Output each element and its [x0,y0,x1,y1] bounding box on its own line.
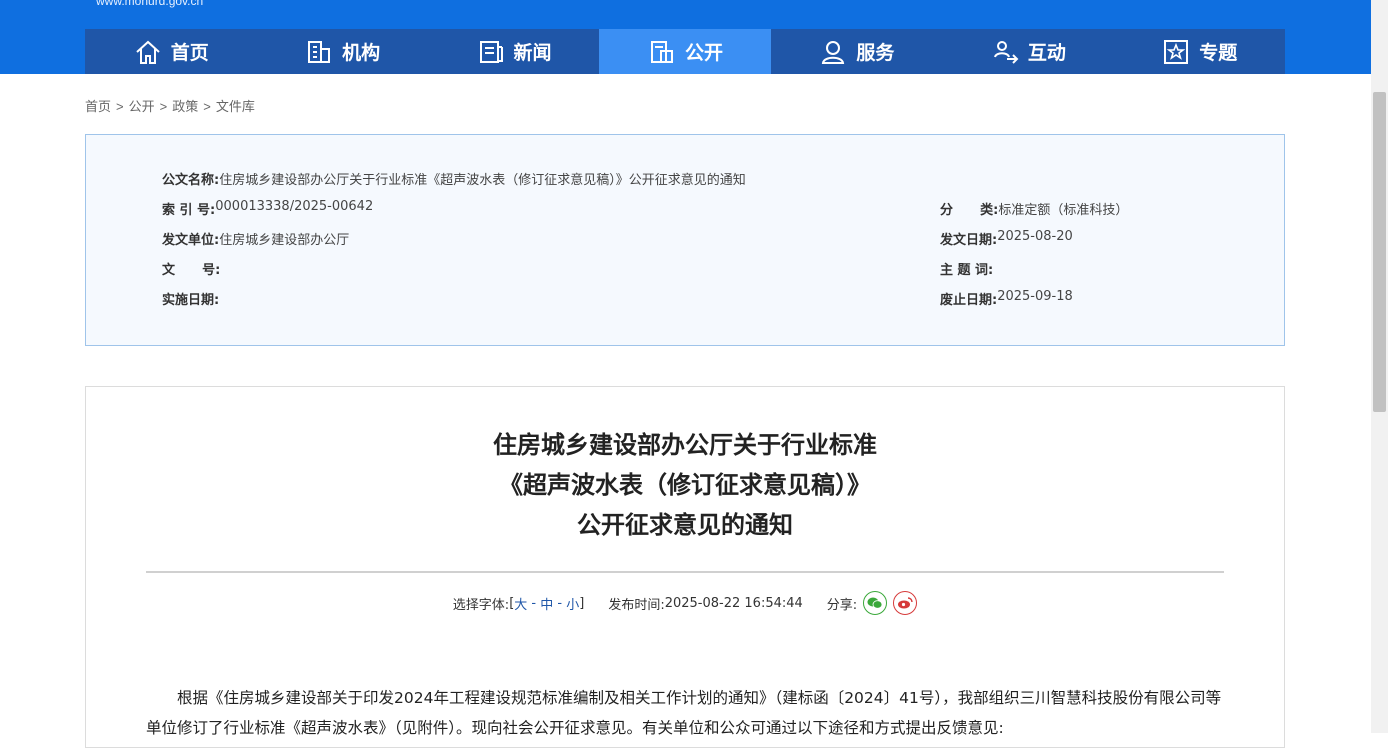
publish-time: 2025-08-22 16:54:44 [664,595,803,611]
nav-organization[interactable]: 机构 [256,29,427,74]
breadcrumb-library[interactable]: 文件库 [216,99,255,114]
nav-label: 新闻 [513,42,552,64]
meta-label: 索 引 号: [162,203,216,218]
breadcrumb-home[interactable]: 首页 [85,99,111,114]
font-size-label: 选择字体: [452,597,510,613]
article-container: 住房城乡建设部办公厅关于行业标准 《超声波水表（修订征求意见稿）》 公开征求意见… [85,386,1285,748]
nav-label: 专题 [1199,42,1238,64]
service-icon [822,40,845,64]
home-icon [136,40,160,64]
main-nav: 首页 机构 新闻 公开 服务 互动 专题 [85,29,1285,74]
meta-label: 废止日期: [940,293,998,308]
meta-value: 2025-08-20 [997,229,1073,244]
publish-time-label: 发布时间: [608,597,665,613]
article-title: 住房城乡建设部办公厅关于行业标准 《超声波水表（修订征求意见稿）》 公开征求意见… [86,425,1284,545]
nav-label: 公开 [684,42,723,64]
title-line: 公开征求意见的通知 [577,511,793,539]
meta-value: 住房城乡建设部办公厅 [219,233,350,248]
nav-home[interactable]: 首页 [85,29,256,74]
title-divider [146,571,1224,573]
nav-label: 服务 [856,42,895,64]
meta-category: 分 类: 标准定额（标准科技） [940,199,1128,218]
font-large-button[interactable]: 大 [514,594,527,613]
meta-doc-no: 文 号: [162,259,220,278]
meta-index: 索 引 号: 000013338/2025-00642 [162,199,373,218]
meta-value: 2025-09-18 [997,289,1073,304]
meta-label: 发文单位: [162,233,220,248]
header-banner: www.mohurd.gov.cn 首页 机构 新闻 公开 服务 互动 专题 [0,0,1371,74]
font-separator: - [527,595,541,611]
interaction-icon [993,40,1019,64]
nav-service[interactable]: 服务 [771,29,942,74]
meta-label: 主 题 词: [940,263,994,278]
bracket-close: ] [579,595,585,611]
meta-label: 发文日期: [940,233,998,248]
meta-label: 文 号: [162,263,221,278]
meta-value: 标准定额（标准科技） [998,203,1129,218]
nav-interaction[interactable]: 互动 [942,29,1113,74]
nav-label: 首页 [170,42,209,64]
scroll-thumb[interactable] [1373,92,1386,412]
site-url: www.mohurd.gov.cn [96,0,204,8]
weibo-share-icon[interactable] [893,591,918,615]
wechat-share-icon[interactable] [863,591,888,615]
nav-label: 机构 [342,42,381,64]
share-label: 分享: [826,597,858,613]
meta-label: 公文名称: [162,173,220,188]
topic-icon [1164,39,1189,64]
title-line: 《超声波水表（修订征求意见稿）》 [499,471,871,499]
meta-value: 000013338/2025-00642 [215,199,374,214]
meta-subject: 主 题 词: [940,259,993,278]
font-small-button[interactable]: 小 [566,594,579,613]
page-scrollbar[interactable] [1371,0,1388,733]
meta-label: 实施日期: [162,293,220,308]
meta-value: 住房城乡建设部办公厅关于行业标准《超声波水表（修订征求意见稿）》公开征求意见的通… [219,173,746,188]
nav-disclosure[interactable]: 公开 [599,29,771,74]
meta-expiry-date: 废止日期: 2025-09-18 [940,289,1073,308]
meta-issue-date: 发文日期: 2025-08-20 [940,229,1073,248]
meta-issuer: 发文单位: 住房城乡建设部办公厅 [162,229,349,248]
font-separator: - [553,595,567,611]
nav-label: 互动 [1027,42,1066,64]
building-icon [308,40,331,63]
disclosure-icon [650,40,673,63]
meta-label: 分 类: [940,203,999,218]
breadcrumb-policy[interactable]: 政策 [172,99,198,114]
meta-doc-name: 公文名称: 住房城乡建设部办公厅关于行业标准《超声波水表（修订征求意见稿）》公开… [162,169,746,188]
news-icon [479,40,503,63]
breadcrumb: 首页 > 公开 > 政策 > 文件库 [85,99,255,114]
font-medium-button[interactable]: 中 [540,594,553,613]
nav-topic[interactable]: 专题 [1114,29,1285,74]
document-metadata: 公文名称: 住房城乡建设部办公厅关于行业标准《超声波水表（修订征求意见稿）》公开… [85,134,1285,346]
article-toolbar: 选择字体: [ 大 - 中 - 小 ] 发布时间: 2025-08-22 16:… [86,591,1284,615]
meta-effective-date: 实施日期: [162,289,219,308]
title-line: 住房城乡建设部办公厅关于行业标准 [493,431,877,459]
breadcrumb-disclosure[interactable]: 公开 [129,99,155,114]
nav-news[interactable]: 新闻 [428,29,599,74]
article-body: 根据《住房城乡建设部关于印发2024年工程建设规范标准编制及相关工作计划的通知》… [146,689,1222,737]
